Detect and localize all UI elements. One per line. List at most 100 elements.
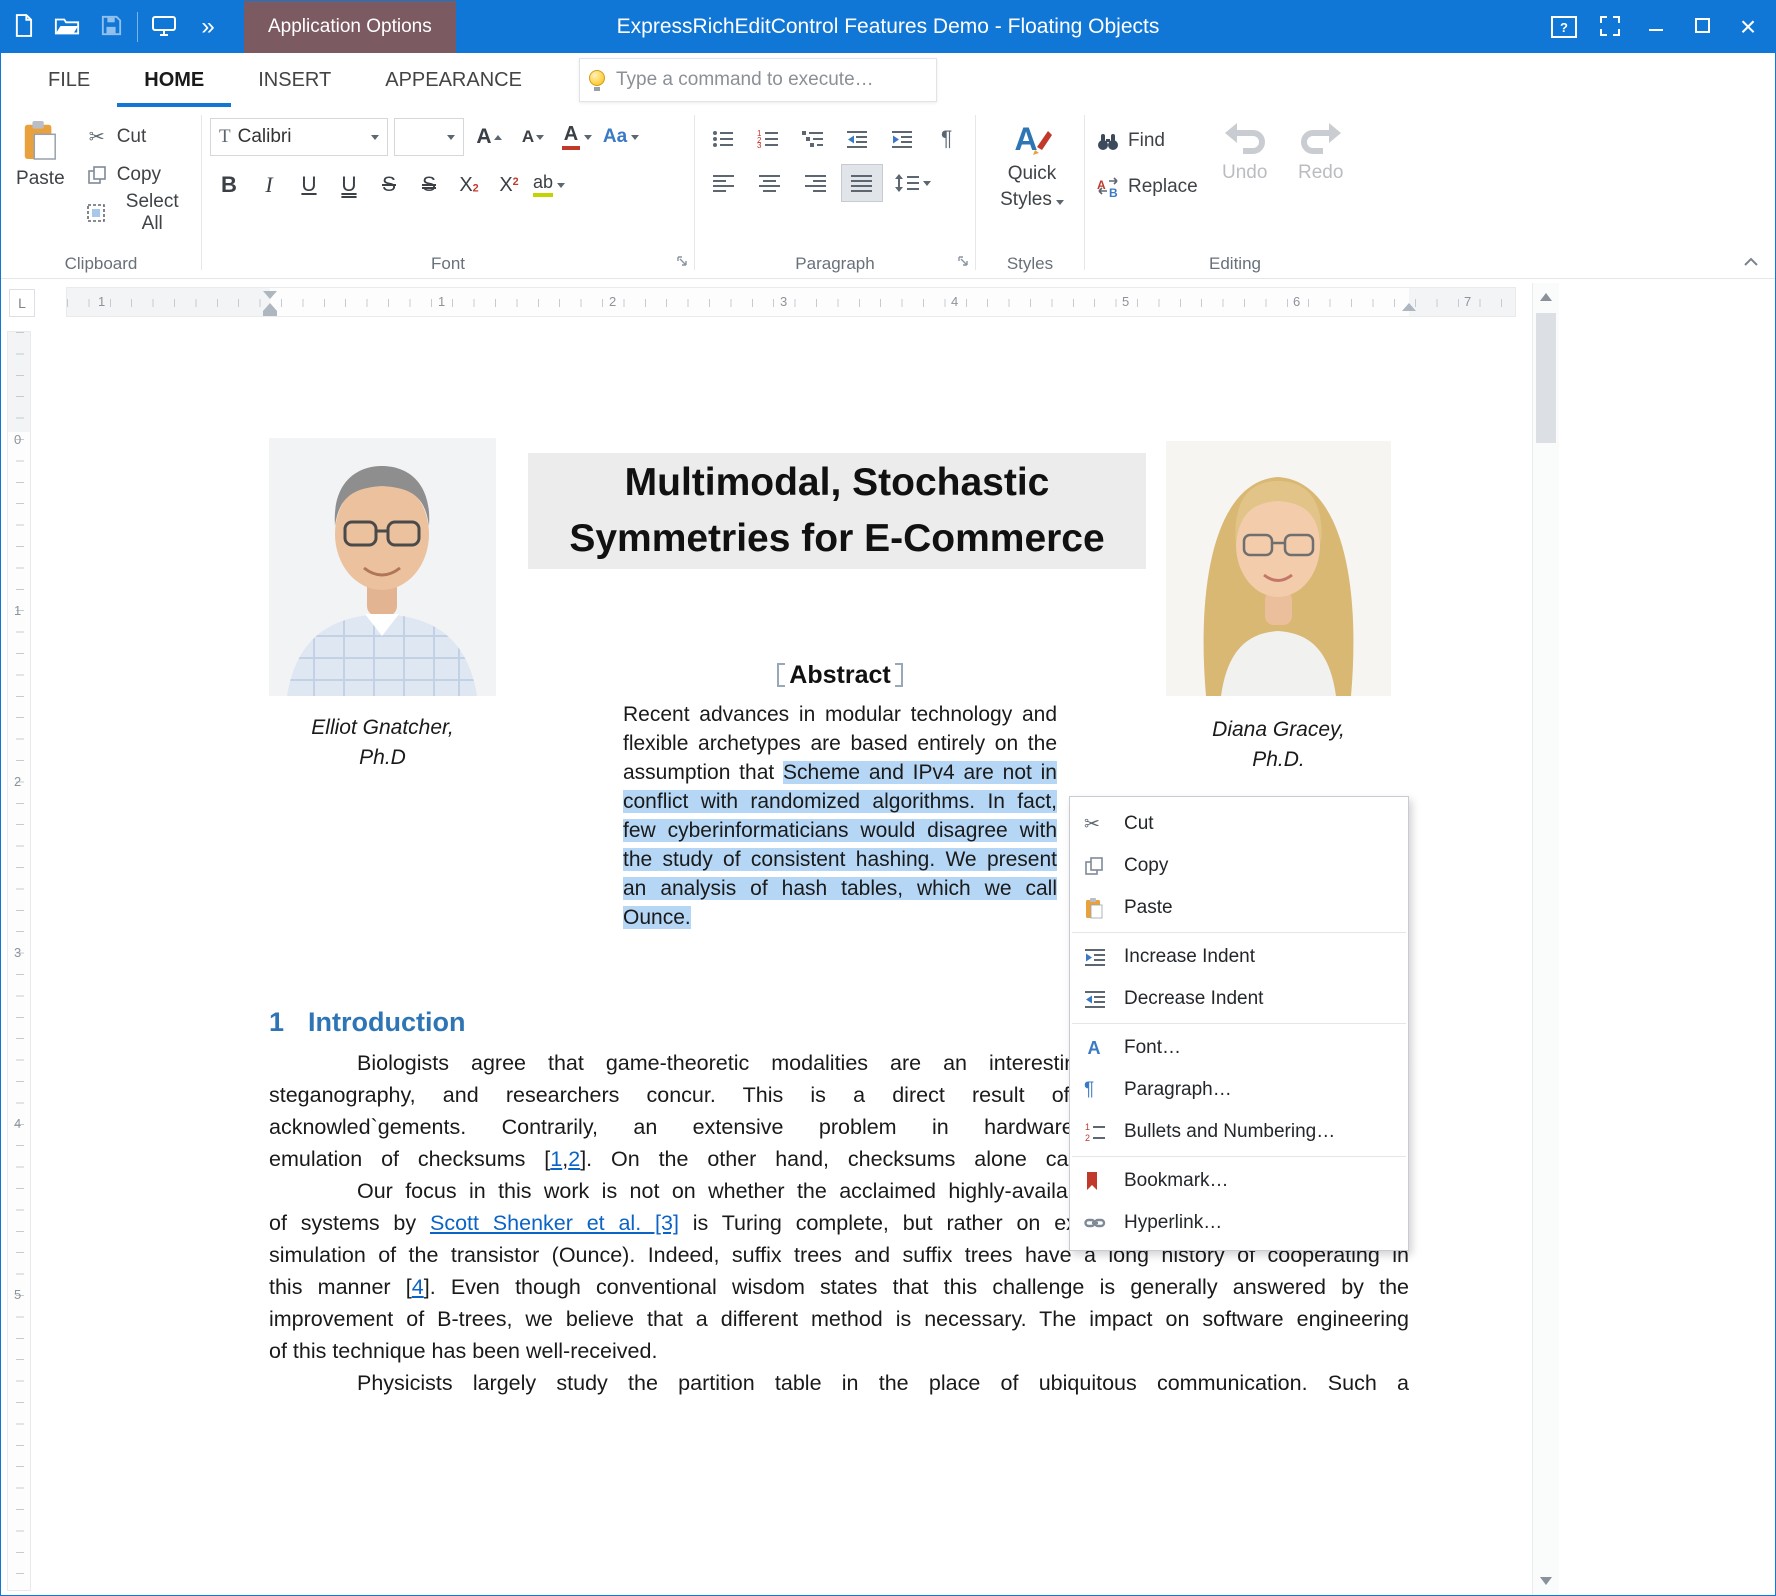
menu-item-decrease-indent[interactable]: Decrease Indent (1070, 978, 1408, 1020)
screen-mode-button[interactable] (142, 1, 186, 53)
numbered-list-button[interactable]: 123 (748, 120, 789, 158)
author-photo-right[interactable] (1166, 441, 1391, 701)
cut-button[interactable]: ✂ Cut (82, 121, 193, 153)
menu-item-copy[interactable]: Copy (1070, 845, 1408, 887)
menu-item-paste[interactable]: Paste (1070, 887, 1408, 929)
command-input[interactable] (614, 68, 936, 92)
tab-insert[interactable]: INSERT (231, 53, 358, 107)
undo-button[interactable]: Undo (1212, 117, 1278, 184)
underline-button[interactable]: U (290, 165, 328, 205)
save-button[interactable] (89, 1, 133, 53)
chevron-down-icon (584, 135, 592, 140)
decrease-indent-button[interactable] (837, 120, 878, 158)
left-indent-marker[interactable] (263, 311, 277, 316)
menu-item-font[interactable]: A Font… (1070, 1027, 1408, 1069)
collapse-ribbon-button[interactable] (1743, 255, 1759, 270)
document-title[interactable]: Multimodal, Stochastic Symmetries for E-… (528, 453, 1146, 569)
copy-button[interactable]: Copy (82, 159, 193, 191)
abstract-heading[interactable]: Abstract (623, 661, 1057, 690)
increase-indent-button[interactable] (882, 120, 923, 158)
citation-link[interactable]: 4 (412, 1275, 424, 1299)
paste-icon (21, 119, 59, 164)
scroll-up-button[interactable] (1533, 285, 1559, 309)
double-underline-button[interactable]: U (330, 165, 368, 205)
ribbon-group-clipboard: Paste ✂ Cut Copy Select All (1, 107, 201, 278)
change-case-button[interactable]: Aa (602, 117, 640, 157)
align-left-button[interactable] (703, 164, 745, 202)
quick-access-overflow-button[interactable]: » (186, 1, 230, 53)
replace-button[interactable]: AB Replace (1093, 171, 1202, 203)
right-indent-marker[interactable] (1402, 303, 1416, 311)
minimize-button[interactable] (1633, 1, 1679, 53)
citation-link[interactable]: 1 (550, 1147, 562, 1171)
menu-item-bullets-numbering[interactable]: 12 Bullets and Numbering… (1070, 1111, 1408, 1153)
text-highlight-button[interactable]: ab (530, 165, 568, 205)
ribbon-group-font: T Calibri A A A Aa (202, 107, 694, 278)
application-options-button[interactable]: Application Options (244, 1, 456, 53)
italic-button[interactable]: I (250, 165, 288, 205)
tab-file[interactable]: FILE (21, 53, 117, 107)
citation-link[interactable]: Scott Shenker et al. [3] (430, 1211, 679, 1235)
pilcrow-icon: ¶ (941, 127, 952, 151)
section-heading-introduction[interactable]: 1Introduction (269, 1007, 466, 1038)
svg-text:1: 1 (1085, 1122, 1090, 1132)
font-color-button[interactable]: A (558, 117, 596, 157)
bold-button[interactable]: B (210, 165, 248, 205)
align-center-button[interactable] (749, 164, 791, 202)
quick-styles-button[interactable]: A Quick Styles (984, 117, 1080, 211)
grow-font-button[interactable]: A (470, 117, 508, 157)
menu-item-hyperlink[interactable]: Hyperlink… (1070, 1202, 1408, 1244)
line-spacing-button[interactable] (887, 164, 939, 202)
paragraph-dialog-launcher[interactable] (957, 254, 969, 272)
first-line-indent-marker[interactable] (263, 291, 277, 299)
shrink-font-button[interactable]: A (514, 117, 552, 157)
find-button[interactable]: Find (1093, 125, 1202, 157)
menu-item-paragraph[interactable]: ¶ Paragraph… (1070, 1069, 1408, 1111)
close-button[interactable]: × (1725, 1, 1771, 53)
font-icon: A (1084, 1038, 1124, 1058)
author-photo-left[interactable] (269, 438, 496, 701)
open-document-button[interactable] (45, 1, 89, 53)
maximize-icon (1695, 18, 1710, 36)
font-dialog-launcher[interactable] (676, 254, 688, 272)
vertical-ruler: 0 1 2 3 4 5 (7, 331, 31, 1591)
subscript-button[interactable]: X2 (450, 165, 488, 205)
tab-home[interactable]: HOME (117, 53, 231, 107)
select-all-button[interactable]: Select All (82, 197, 193, 229)
redo-button[interactable]: Redo (1288, 117, 1354, 184)
citation-link[interactable]: 2 (568, 1147, 580, 1171)
tab-stop-selector[interactable]: L (9, 289, 35, 317)
hanging-indent-marker[interactable] (263, 303, 277, 311)
justify-button[interactable] (841, 164, 883, 202)
font-name-select[interactable]: T Calibri (210, 118, 388, 156)
superscript-button[interactable]: X2 (490, 165, 528, 205)
multilevel-list-button[interactable] (792, 120, 833, 158)
strikethrough-button[interactable]: S (370, 165, 408, 205)
double-strikethrough-button[interactable]: S (410, 165, 448, 205)
menu-item-increase-indent[interactable]: Increase Indent (1070, 936, 1408, 978)
paste-button[interactable]: Paste (9, 117, 72, 190)
menu-item-cut[interactable]: ✂ Cut (1070, 803, 1408, 845)
chevron-down-icon (923, 181, 931, 186)
maximize-button[interactable] (1679, 1, 1725, 53)
font-size-select[interactable] (394, 118, 464, 156)
new-document-button[interactable] (1, 1, 45, 53)
align-right-button[interactable] (795, 164, 837, 202)
scrollbar-thumb[interactable] (1536, 313, 1556, 443)
bullet-list-button[interactable] (703, 120, 744, 158)
selected-text: an analysis of hash tables, which we cal… (623, 877, 1057, 900)
menu-item-bookmark[interactable]: Bookmark… (1070, 1160, 1408, 1202)
text-line: improvement of B-trees, we believe that … (269, 1303, 1409, 1335)
command-search-box[interactable] (579, 58, 937, 102)
tab-appearance[interactable]: APPEARANCE (358, 53, 549, 107)
ribbon-group-styles: A Quick Styles Styles (976, 107, 1084, 278)
scroll-down-button[interactable] (1533, 1569, 1559, 1593)
context-help-button[interactable]: ? (1541, 1, 1587, 53)
svg-text:A: A (1097, 178, 1106, 192)
open-folder-icon (54, 16, 80, 39)
abstract-paragraph[interactable]: Recent advances in modular technology an… (623, 700, 1057, 932)
selection-bracket-left (777, 663, 785, 687)
vertical-scrollbar[interactable] (1532, 283, 1559, 1595)
fit-to-screen-button[interactable] (1587, 1, 1633, 53)
show-paragraph-marks-button[interactable]: ¶ (926, 120, 967, 158)
